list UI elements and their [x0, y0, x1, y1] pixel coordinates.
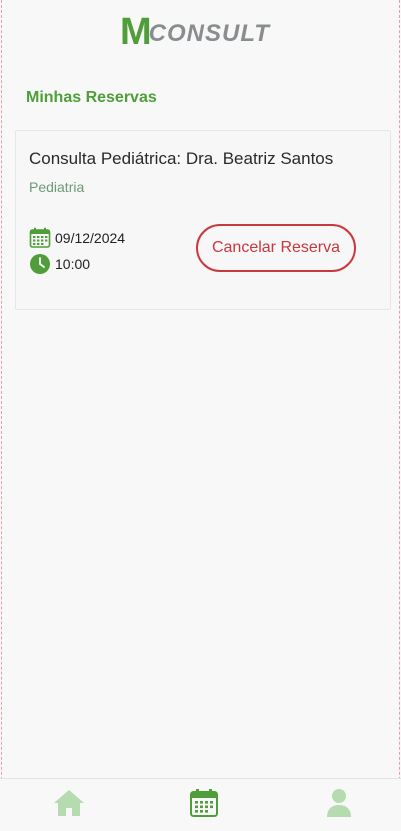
- clock-icon: [29, 253, 51, 275]
- reservation-time: 10:00: [55, 256, 91, 272]
- cancel-reservation-button[interactable]: Cancelar Reserva: [196, 224, 356, 272]
- reservation-date: 09/12/2024: [55, 230, 126, 246]
- logo-initial: M: [120, 11, 152, 53]
- nav-profile[interactable]: [319, 785, 359, 825]
- frame-guide-left: [1, 0, 2, 830]
- reservation-date-row: 09/12/2024: [29, 227, 125, 249]
- bottom-nav: [0, 778, 401, 831]
- nav-reservations[interactable]: [184, 785, 224, 825]
- page-title: Minhas Reservas: [26, 89, 157, 106]
- reservation-title: Consulta Pediátrica: Dra. Beatriz Santos: [29, 149, 334, 168]
- reservation-specialty: Pediatria: [29, 179, 85, 195]
- home-icon: [53, 788, 85, 822]
- calendar-icon: [189, 788, 219, 822]
- logo-wordmark: CONSULT: [148, 20, 270, 47]
- reservation-time-row: 10:00: [29, 253, 90, 275]
- nav-home[interactable]: [49, 785, 89, 825]
- reservation-card: Consulta Pediátrica: Dra. Beatriz Santos…: [15, 130, 391, 310]
- app-logo: M CONSULT: [120, 11, 270, 53]
- user-icon: [325, 788, 353, 822]
- frame-guide-right: [399, 0, 400, 830]
- calendar-icon: [29, 227, 51, 249]
